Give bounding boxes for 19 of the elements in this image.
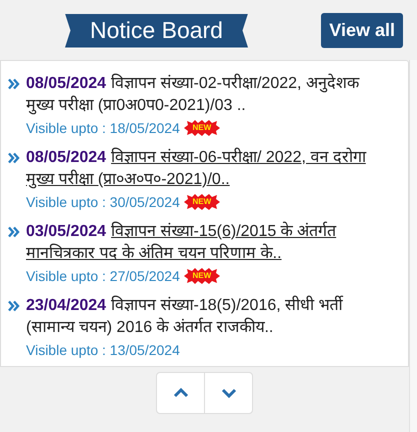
- notice-title: 23/04/2024 विज्ञापन संख्या-18(5)/2016, सीधी भर्ती (सामान्य चयन) 2016 के अंतर्गत राजकीय..: [26, 295, 344, 338]
- double-chevron-icon: [8, 226, 20, 238]
- chevron-down-icon: [220, 388, 236, 398]
- new-badge: NEW: [184, 194, 220, 210]
- chevron-up-icon: [172, 388, 188, 398]
- visible-until-text: Visible upto : 18/05/2024: [26, 119, 180, 138]
- double-chevron-icon: [8, 78, 20, 90]
- notice-link[interactable]: 03/05/2024 विज्ञापन संख्या-15(6)/2015 के अंतर्गत मानचित्रकार पद के अंतिम चयन परिणाम के..: [26, 221, 386, 265]
- visible-until-text: Visible upto : 27/05/2024: [26, 267, 180, 286]
- double-chevron-icon: [8, 152, 20, 164]
- double-chevron-icon: [8, 300, 20, 312]
- notice-title: 08/05/2024 विज्ञापन संख्या-02-परीक्षा/2022, अनुदेशक मुख्य परीक्षा (प्रा0अ0प0-2021)/03 ..: [26, 73, 360, 116]
- new-badge: NEW: [184, 120, 220, 136]
- new-badge: NEW: [184, 268, 220, 284]
- view-all-button[interactable]: View all: [321, 12, 403, 48]
- visible-until-text: Visible upto : 13/05/2024: [26, 341, 180, 360]
- title-ribbon: Notice Board: [65, 14, 248, 48]
- visible-until-text: Visible upto : 30/05/2024: [26, 193, 180, 212]
- notice-link[interactable]: 08/05/2024 विज्ञापन संख्या-06-परीक्षा/ 2022, वन दरोगा मुख्य परीक्षा (प्रा०अ०प०-2021)/0..: [26, 147, 386, 191]
